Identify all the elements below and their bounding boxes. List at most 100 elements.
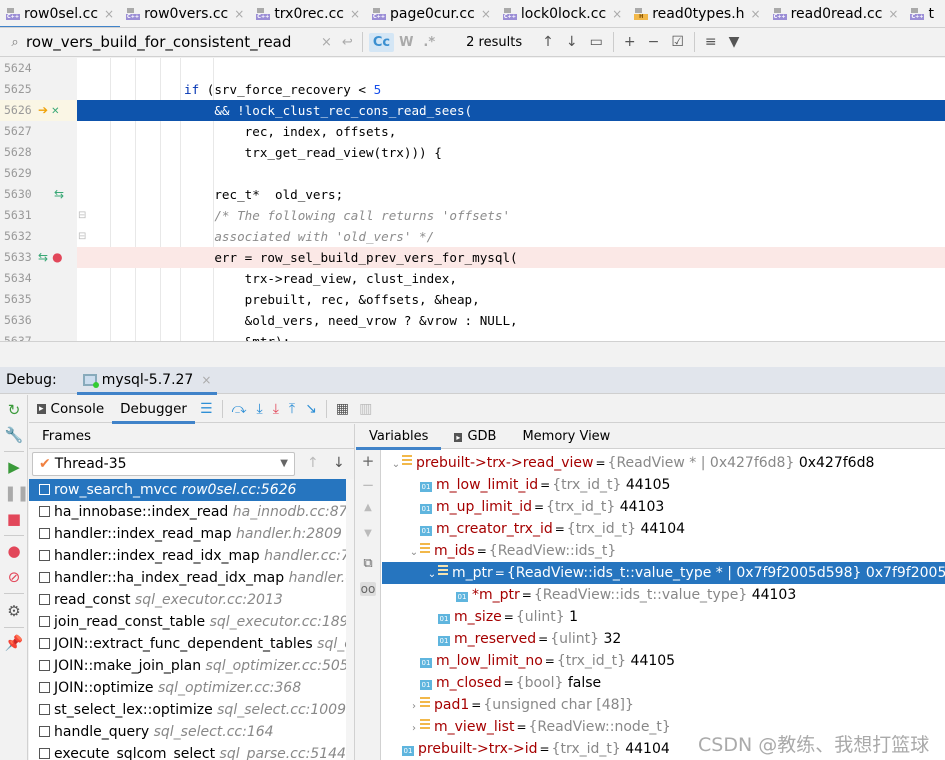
move-up-icon[interactable]: ▲ <box>360 502 376 513</box>
stack-frame[interactable]: JOIN::optimize sql_optimizer.cc:368 <box>29 677 354 699</box>
previous-frame-icon[interactable]: ↑ <box>307 455 319 471</box>
add-watch-icon[interactable]: + <box>360 452 376 470</box>
force-step-into-icon[interactable]: ⤓ <box>268 401 284 417</box>
code-line[interactable]: 5635 prebuilt, rec, &offsets, &heap, <box>0 289 945 310</box>
settings-wrench-icon[interactable]: 🔧 <box>4 425 24 445</box>
pause-icon[interactable]: ❚❚ <box>4 483 29 503</box>
fold-marker-icon[interactable]: ⊟ <box>78 205 86 226</box>
remove-watch-icon[interactable]: − <box>360 476 376 494</box>
stop-icon[interactable]: ■ <box>4 509 24 529</box>
editor-tab[interactable]: C++ lock0lock.cc × <box>497 0 628 27</box>
select-all-occurrences-icon[interactable]: ▭ <box>584 34 609 50</box>
step-into-icon[interactable]: ⤓ <box>251 401 267 417</box>
code-editor[interactable]: 5624 5625 if (srv_force_recovery < 5 5626 ➔ ✕… <box>0 58 945 342</box>
select-all-matches-icon[interactable]: ☑ <box>665 34 690 50</box>
match-case-button[interactable]: Cc <box>368 32 395 52</box>
search-icon[interactable]: ⌕ <box>4 35 26 50</box>
code-line[interactable]: 5629 <box>0 163 945 184</box>
editor-tab[interactable]: C++ row0vers.cc × <box>120 0 250 27</box>
stack-frame[interactable]: execute_sqlcom_select sql_parse.cc:5144 <box>29 743 354 760</box>
code-line[interactable]: 5637 &mtr); <box>0 331 945 341</box>
previous-occurrence-icon[interactable]: ↑ <box>536 34 560 50</box>
stack-frame[interactable]: handler::index_read_idx_map handler.cc:7… <box>29 545 354 567</box>
breakpoint-line[interactable]: 5633 ⇆ ● err = row_sel_build_prev_vers_for… <box>0 247 945 268</box>
stack-frame[interactable]: JOIN::extract_func_dependent_tables sql_… <box>29 633 354 655</box>
close-tab-icon[interactable]: × <box>888 7 898 21</box>
variable-row[interactable]: 01 *m_ptr = {ReadView::ids_t::value_type} 4… <box>382 584 945 606</box>
filter-options-icon[interactable]: ≡ <box>699 34 723 50</box>
show-watches-icon[interactable]: oo <box>360 582 376 596</box>
variable-row[interactable]: ⌄ prebuilt->trx->read_view = {ReadView * | … <box>382 452 945 474</box>
tab-console[interactable]: ▸ Console <box>29 395 112 423</box>
step-out-icon[interactable]: ⤒ <box>284 401 300 417</box>
stack-frame[interactable]: ha_innobase::index_read ha_innodb.cc:874… <box>29 501 354 523</box>
close-tab-icon[interactable]: × <box>612 7 622 21</box>
stack-frame[interactable]: read_const sql_executor.cc:2013 <box>29 589 354 611</box>
stack-frame[interactable]: join_read_const_table sql_executor.cc:18… <box>29 611 354 633</box>
stack-frame[interactable]: handler::index_read_map handler.h:2809 <box>29 523 354 545</box>
code-line[interactable]: 5634 trx->read_view, clust_index, <box>0 268 945 289</box>
close-tab-icon[interactable]: × <box>481 7 491 21</box>
tab-variables[interactable]: Variables <box>356 424 442 450</box>
variable-row[interactable]: 01 m_low_limit_no = {trx_id_t} 44105 <box>382 650 945 672</box>
editor-tab[interactable]: Hread0types.h × <box>628 0 766 27</box>
variable-row[interactable]: 01 m_size = {ulint} 1 <box>382 606 945 628</box>
new-line-icon[interactable]: ↩ <box>337 35 358 50</box>
filter-icon[interactable]: ▼ <box>723 34 746 50</box>
view-breakpoints-icon[interactable]: ● <box>4 541 24 561</box>
regex-button[interactable]: .* <box>418 35 440 50</box>
tab-memory-view[interactable]: Memory View <box>509 424 623 449</box>
swap-icon[interactable]: ⇆ <box>54 187 64 201</box>
code-line[interactable]: 5627 rec, index, offsets, <box>0 121 945 142</box>
copy-icon[interactable]: ⧉ <box>360 556 376 571</box>
variable-row[interactable]: 01 m_reserved = {ulint} 32 <box>382 628 945 650</box>
restore-layout-icon[interactable]: ▥ <box>354 401 377 417</box>
thread-dropdown[interactable]: ✔ Thread-35 ▼ <box>32 452 295 476</box>
close-tab-icon[interactable]: × <box>234 7 244 21</box>
tab-debugger[interactable]: Debugger <box>112 395 195 424</box>
layout-menu-icon[interactable]: ☰ <box>195 401 218 417</box>
editor-tab[interactable]: C++ page0cur.cc × <box>366 0 497 27</box>
chevron-right-icon[interactable]: › <box>408 696 420 716</box>
step-over-icon[interactable]: ⤼ <box>227 401 252 417</box>
editor-tab[interactable]: C++ row0sel.cc × <box>0 0 121 27</box>
resume-icon[interactable]: ▶ <box>4 457 24 477</box>
code-line[interactable]: 5630 ⇆ rec_t* old_vers; <box>0 184 945 205</box>
move-down-icon[interactable]: ▼ <box>360 528 376 539</box>
chevron-down-icon[interactable]: ⌄ <box>390 454 402 474</box>
evaluate-expression-icon[interactable]: ▦ <box>331 401 354 417</box>
stack-frame[interactable]: row_search_mvcc row0sel.cc:5626 <box>29 479 354 501</box>
variable-row[interactable]: 01 m_closed = {bool} false <box>382 672 945 694</box>
debug-session-tab[interactable]: mysql-5.7.27 × <box>76 367 218 395</box>
chevron-down-icon[interactable]: ⌄ <box>426 564 438 584</box>
close-tab-icon[interactable]: × <box>104 7 114 21</box>
add-selection-icon[interactable]: + <box>618 34 642 50</box>
mute-breakpoints-icon[interactable]: ⊘ <box>4 567 24 587</box>
chevron-right-icon[interactable]: › <box>408 718 420 738</box>
breakpoint-icon[interactable]: ● <box>52 250 62 264</box>
chevron-down-icon[interactable]: ⌄ <box>408 542 420 562</box>
variable-row[interactable]: ⌄ m_ptr = {ReadView::ids_t::value_type * | … <box>382 562 945 584</box>
current-execution-line[interactable]: 5626 ➔ ✕ && !lock_clust_rec_cons_read_sees… <box>0 100 945 121</box>
editor-tab[interactable]: C++ read0read.cc × <box>767 0 905 27</box>
remove-selection-icon[interactable]: − <box>642 34 666 50</box>
variable-row[interactable]: 01 m_low_limit_id = {trx_id_t} 44105 <box>382 474 945 496</box>
settings-gear-icon[interactable]: ⚙ <box>4 601 24 621</box>
variable-row[interactable]: › pad1 = {unsigned char [48]} <box>382 694 945 716</box>
stack-frame[interactable]: handle_query sql_select.cc:164 <box>29 721 354 743</box>
next-occurrence-icon[interactable]: ↓ <box>560 34 584 50</box>
close-tab-icon[interactable]: × <box>751 7 761 21</box>
variable-row[interactable]: 01 m_creator_trx_id = {trx_id_t} 44104 <box>382 518 945 540</box>
pin-icon[interactable]: 📌 <box>4 633 24 653</box>
search-input[interactable] <box>26 33 316 51</box>
variable-row[interactable]: 01 m_up_limit_id = {trx_id_t} 44103 <box>382 496 945 518</box>
variable-row[interactable]: ⌄ m_ids = {ReadView::ids_t} <box>382 540 945 562</box>
frames-scrollbar[interactable] <box>346 479 354 760</box>
next-frame-icon[interactable]: ↓ <box>333 455 345 471</box>
stack-frame[interactable]: st_select_lex::optimize sql_select.cc:10… <box>29 699 354 721</box>
editor-tab[interactable]: C++ t <box>904 0 940 27</box>
reset-frame-icon[interactable]: ✕ <box>51 106 59 117</box>
code-line[interactable]: 5632 ⊟ associated with 'old_vers' */ <box>0 226 945 247</box>
run-to-cursor-icon[interactable]: ↘ <box>300 401 322 417</box>
code-line[interactable]: 5631 ⊟ /* The following call returns 'off… <box>0 205 945 226</box>
